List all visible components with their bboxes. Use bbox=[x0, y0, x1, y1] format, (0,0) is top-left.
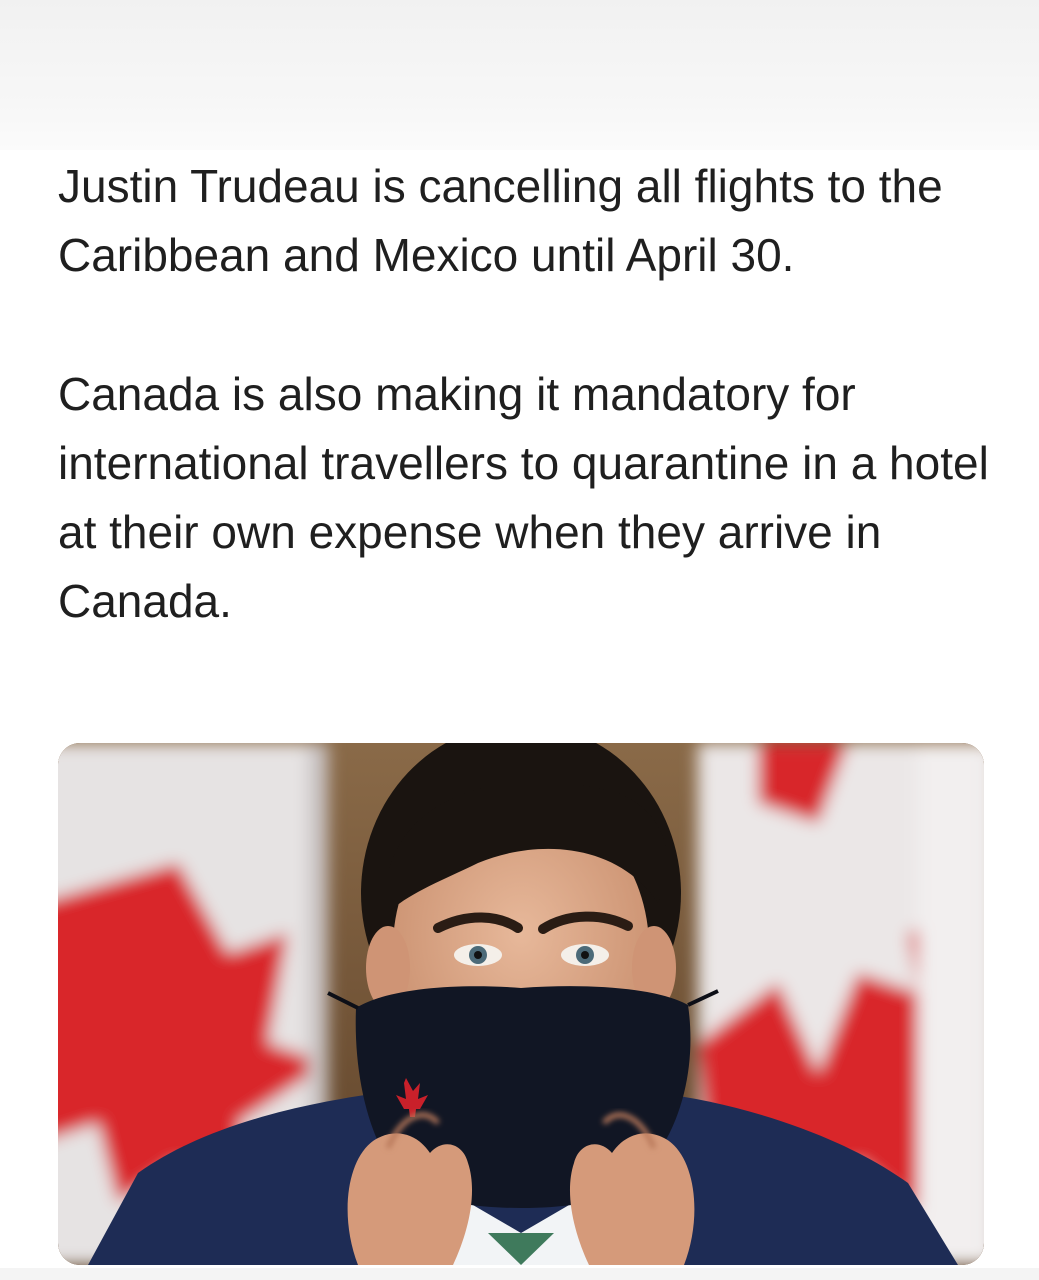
post-paragraph-quarantine: Canada is also making it mandatory for i… bbox=[58, 368, 989, 627]
top-header-band bbox=[0, 0, 1039, 150]
photo-man-wearing-mask-icon bbox=[58, 743, 984, 1265]
post-photo[interactable] bbox=[58, 743, 984, 1265]
bottom-strip bbox=[0, 1268, 1039, 1280]
post-text: Justin Trudeau is cancelling all flights… bbox=[58, 152, 998, 636]
post-paragraph-flights: Justin Trudeau is cancelling all flights… bbox=[58, 160, 943, 281]
